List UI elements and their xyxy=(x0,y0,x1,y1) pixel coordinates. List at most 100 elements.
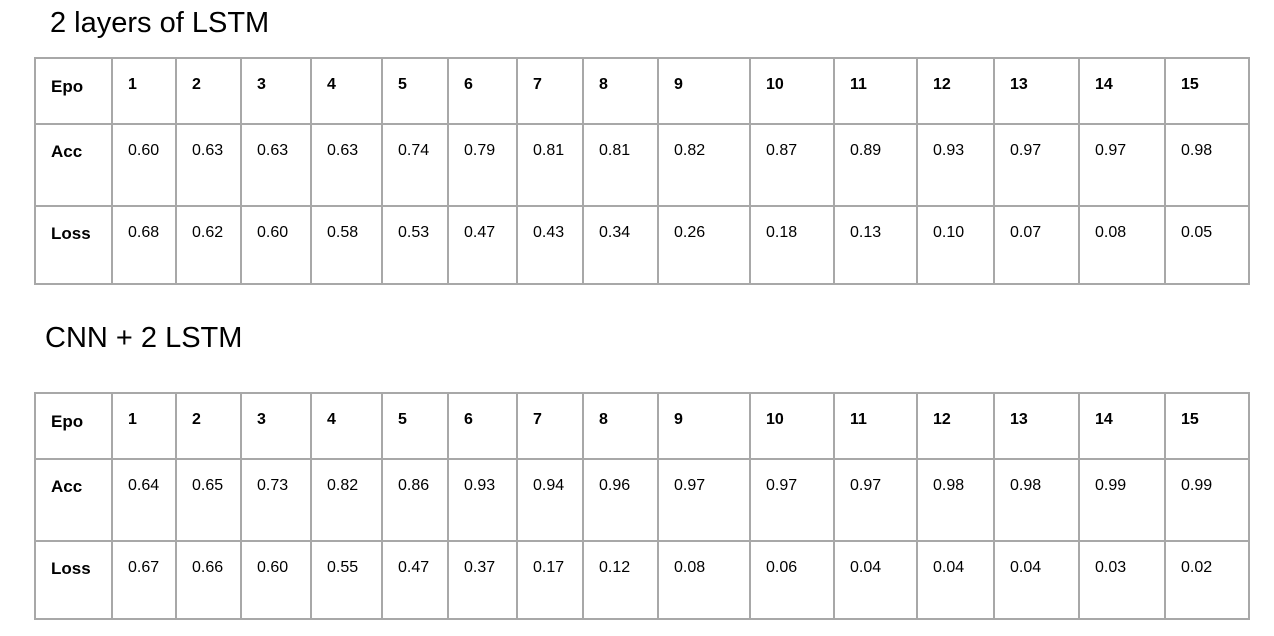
table-cell: 0.82 xyxy=(310,458,383,542)
row-label: Loss xyxy=(34,540,113,620)
table-cell: 15 xyxy=(1164,57,1250,125)
table-row: Epo 1 2 3 4 5 6 7 8 9 10 11 12 13 14 15 xyxy=(34,57,1250,125)
table-cell: 0.79 xyxy=(447,123,518,207)
table-cell: 0.18 xyxy=(749,205,835,285)
table-cell: 0.26 xyxy=(657,205,751,285)
table-cell: 0.89 xyxy=(833,123,918,207)
table-cell: 0.03 xyxy=(1078,540,1166,620)
table-cell: 0.63 xyxy=(240,123,312,207)
table-cell: 0.96 xyxy=(582,458,659,542)
table-cell: 0.98 xyxy=(916,458,995,542)
table-cell: 3 xyxy=(240,57,312,125)
table-cell: 0.87 xyxy=(749,123,835,207)
table-cell: 0.97 xyxy=(657,458,751,542)
table-cell: 1 xyxy=(111,392,177,460)
table-cell: 12 xyxy=(916,57,995,125)
table-cell: 0.13 xyxy=(833,205,918,285)
table-title-cnn-lstm: CNN + 2 LSTM xyxy=(45,322,243,354)
table-cell: 0.97 xyxy=(833,458,918,542)
row-label: Loss xyxy=(34,205,113,285)
table-cell: 0.99 xyxy=(1078,458,1166,542)
table-cell: 0.65 xyxy=(175,458,242,542)
table-cell: 10 xyxy=(749,57,835,125)
table-title-lstm: 2 layers of LSTM xyxy=(50,7,270,39)
table-cell: 2 xyxy=(175,392,242,460)
table-cell: 0.37 xyxy=(447,540,518,620)
table-cell: 0.63 xyxy=(310,123,383,207)
table-cell: 0.60 xyxy=(111,123,177,207)
table-row: Acc 0.64 0.65 0.73 0.82 0.86 0.93 0.94 0.96 0.97 0… xyxy=(34,458,1250,542)
table-cell: 0.98 xyxy=(993,458,1080,542)
table-cell: 0.97 xyxy=(1078,123,1166,207)
table-cell: 9 xyxy=(657,57,751,125)
table-cell: 5 xyxy=(381,57,449,125)
table-cell: 0.53 xyxy=(381,205,449,285)
table-cell: 0.47 xyxy=(447,205,518,285)
table-cell: 0.43 xyxy=(516,205,584,285)
table-cell: 0.60 xyxy=(240,540,312,620)
table-cell: 0.10 xyxy=(916,205,995,285)
cnn-lstm-results-table: Epo 1 2 3 4 5 6 7 8 9 10 11 12 13 14 15 Acc 0.64 0.65 0.73 0… xyxy=(34,392,1250,620)
table-cell: 0.81 xyxy=(516,123,584,207)
table-cell: 14 xyxy=(1078,392,1166,460)
table-cell: 0.04 xyxy=(916,540,995,620)
table-row: Epo 1 2 3 4 5 6 7 8 9 10 11 12 13 14 15 xyxy=(34,392,1250,460)
table-cell: 0.73 xyxy=(240,458,312,542)
table-cell: 14 xyxy=(1078,57,1166,125)
table-cell: 4 xyxy=(310,392,383,460)
table-cell: 11 xyxy=(833,392,918,460)
row-label: Acc xyxy=(34,123,113,207)
table-row: Loss 0.67 0.66 0.60 0.55 0.47 0.37 0.17 0.12 0.08… xyxy=(34,540,1250,620)
table-cell: 0.07 xyxy=(993,205,1080,285)
table-cell: 0.58 xyxy=(310,205,383,285)
table-cell: 2 xyxy=(175,57,242,125)
table-cell: 0.64 xyxy=(111,458,177,542)
table-cell: 0.81 xyxy=(582,123,659,207)
table-cell: 3 xyxy=(240,392,312,460)
table-cell: 0.04 xyxy=(993,540,1080,620)
table-cell: 0.60 xyxy=(240,205,312,285)
table-cell: 0.55 xyxy=(310,540,383,620)
table-cell: 7 xyxy=(516,392,584,460)
table-row: Acc 0.60 0.63 0.63 0.63 0.74 0.79 0.81 0.81 0.82 0… xyxy=(34,123,1250,207)
table-cell: 0.62 xyxy=(175,205,242,285)
table-cell: 4 xyxy=(310,57,383,125)
table-cell: 9 xyxy=(657,392,751,460)
table-cell: 8 xyxy=(582,57,659,125)
row-label: Acc xyxy=(34,458,113,542)
table-cell: 0.06 xyxy=(749,540,835,620)
table-cell: 0.47 xyxy=(381,540,449,620)
table-cell: 0.08 xyxy=(1078,205,1166,285)
table-cell: 0.63 xyxy=(175,123,242,207)
table-cell: 0.67 xyxy=(111,540,177,620)
table-cell: 13 xyxy=(993,57,1080,125)
row-label: Epo xyxy=(34,57,113,125)
table-cell: 0.34 xyxy=(582,205,659,285)
table-cell: 6 xyxy=(447,57,518,125)
table-cell: 0.74 xyxy=(381,123,449,207)
table-cell: 0.68 xyxy=(111,205,177,285)
table-cell: 5 xyxy=(381,392,449,460)
table-cell: 0.04 xyxy=(833,540,918,620)
table-cell: 0.97 xyxy=(993,123,1080,207)
table-cell: 15 xyxy=(1164,392,1250,460)
table-cell: 12 xyxy=(916,392,995,460)
table-cell: 0.82 xyxy=(657,123,751,207)
table-cell: 0.05 xyxy=(1164,205,1250,285)
table-cell: 0.93 xyxy=(447,458,518,542)
table-cell: 0.99 xyxy=(1164,458,1250,542)
table-cell: 0.08 xyxy=(657,540,751,620)
table-cell: 0.86 xyxy=(381,458,449,542)
table-cell: 0.97 xyxy=(749,458,835,542)
table-cell: 0.98 xyxy=(1164,123,1250,207)
table-cell: 0.17 xyxy=(516,540,584,620)
table-cell: 11 xyxy=(833,57,918,125)
table-cell: 6 xyxy=(447,392,518,460)
table-cell: 0.66 xyxy=(175,540,242,620)
row-label: Epo xyxy=(34,392,113,460)
table-cell: 1 xyxy=(111,57,177,125)
table-cell: 0.12 xyxy=(582,540,659,620)
table-cell: 0.93 xyxy=(916,123,995,207)
table-cell: 0.94 xyxy=(516,458,584,542)
table-row: Loss 0.68 0.62 0.60 0.58 0.53 0.47 0.43 0.34 0.26… xyxy=(34,205,1250,285)
